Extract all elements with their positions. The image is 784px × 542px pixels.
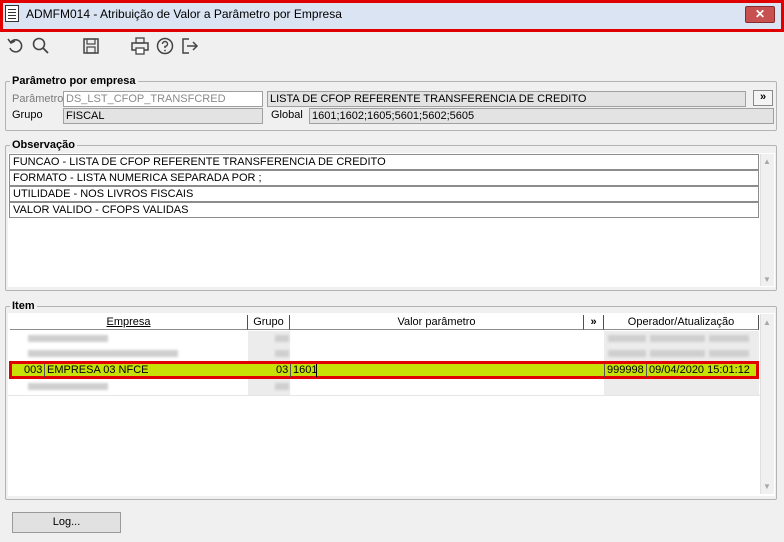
cell-divider (646, 364, 647, 377)
scroll-down-arrow-icon[interactable]: ▼ (760, 275, 774, 284)
operador-cell: 999998 (607, 364, 644, 376)
redacted-cell (28, 350, 178, 357)
atualizacao-cell: 09/04/2020 15:01:12 (649, 364, 750, 376)
search-icon[interactable] (31, 36, 51, 56)
redacted-cell (28, 383, 108, 390)
parametro-expand-button[interactable]: » (753, 90, 773, 106)
cell-divider (290, 364, 291, 377)
redacted-cell (275, 350, 289, 357)
observacao-line: UTILIDADE - NOS LIVROS FISCAIS (9, 186, 759, 202)
redacted-cell (608, 350, 646, 357)
grid-divider (8, 395, 760, 396)
column-header-operador[interactable]: Operador/Atualização (604, 315, 759, 330)
redacted-cell (275, 335, 289, 342)
log-button[interactable]: Log... (12, 512, 121, 533)
observacao-group-title: Observação (10, 139, 77, 151)
undo-icon[interactable] (6, 36, 26, 56)
text-cursor (316, 364, 317, 377)
redacted-cell (608, 335, 646, 342)
redacted-cell (275, 383, 289, 390)
scroll-up-arrow-icon[interactable]: ▲ (760, 157, 774, 166)
redacted-cell (709, 350, 749, 357)
column-header-valor[interactable]: Valor parâmetro (290, 315, 584, 330)
exit-icon[interactable] (180, 36, 200, 56)
redacted-cell (28, 335, 108, 342)
valor-cell-input[interactable]: 1601 (293, 363, 317, 378)
window-title: ADMFM014 - Atribuição de Valor a Parâmet… (26, 7, 342, 21)
grupo-label: Grupo (12, 109, 43, 121)
cell-divider (604, 364, 605, 377)
valor-expand-button[interactable]: » (584, 315, 604, 330)
item-grid-scrollbar[interactable] (760, 314, 774, 494)
toolbar (0, 32, 784, 60)
print-icon[interactable] (130, 36, 150, 56)
observacao-line: FUNCAO - LISTA DE CFOP REFERENTE TRANSFE… (9, 154, 759, 170)
observacao-scrollbar[interactable] (760, 154, 774, 286)
scroll-down-arrow-icon[interactable]: ▼ (760, 482, 774, 491)
item-group-title: Item (10, 300, 37, 312)
empresa-code-cell: 003 (24, 364, 43, 376)
save-icon[interactable] (81, 36, 101, 56)
column-header-empresa[interactable]: Empresa (10, 315, 248, 330)
table-row[interactable] (9, 331, 759, 346)
redacted-cell (650, 335, 705, 342)
table-row[interactable] (9, 379, 759, 394)
grupo-cell: 03 (276, 364, 289, 376)
empresa-name-cell: EMPRESA 03 NFCE (47, 364, 149, 376)
parametro-label: Parâmetro (12, 93, 64, 105)
parameter-group-title: Parâmetro por empresa (10, 75, 138, 87)
redacted-cell (709, 335, 749, 342)
grupo-field: FISCAL (63, 108, 263, 124)
observacao-line: VALOR VALIDO - CFOPS VALIDAS (9, 202, 759, 218)
redacted-cell (650, 350, 705, 357)
global-field: 1601;1602;1605;5601;5602;5605 (309, 108, 774, 124)
app-document-icon (5, 5, 19, 22)
cell-divider (44, 364, 45, 377)
parametro-description-field: LISTA DE CFOP REFERENTE TRANSFERENCIA DE… (267, 91, 746, 107)
help-icon[interactable] (155, 36, 175, 56)
scroll-up-arrow-icon[interactable]: ▲ (760, 318, 774, 327)
close-button[interactable]: ✕ (745, 6, 775, 23)
column-header-grupo[interactable]: Grupo (248, 315, 290, 330)
global-label: Global (271, 109, 303, 121)
parametro-field[interactable]: DS_LST_CFOP_TRANSFCRED (63, 91, 263, 107)
observacao-line: FORMATO - LISTA NUMERICA SEPARADA POR ; (9, 170, 759, 186)
